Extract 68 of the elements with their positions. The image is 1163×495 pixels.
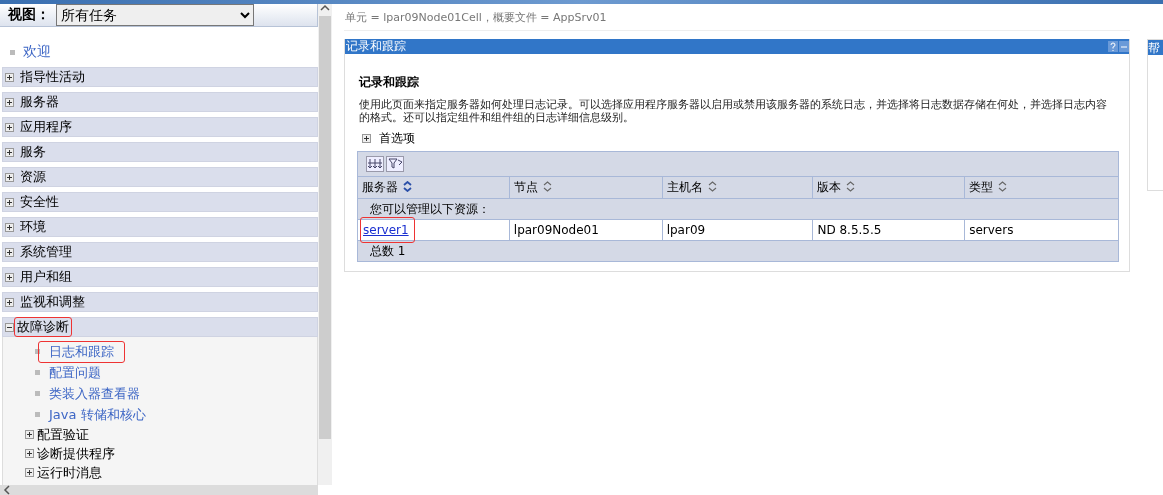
bullet-icon [35, 412, 40, 417]
nav-group[interactable]: 配置验证 [37, 425, 89, 444]
view-select[interactable]: 所有任务 [56, 4, 254, 26]
nav-group[interactable]: 诊断提供程序 [37, 444, 115, 463]
column-header[interactable]: 节点 [509, 176, 663, 199]
expand-icon[interactable] [25, 446, 34, 461]
description: 使用此页面来指定服务器如何处理日志记录。可以选择应用程序服务器以启用或禁用该服务器的系统日志，并选择将日志数据存储在何处，并选择日志内容的格式。还可以指定组件和组件组的日志详细信息级别。 [359, 98, 1108, 124]
nav-link[interactable]: Java 转储和核心 [38, 403, 157, 426]
table-cell: ND 8.5.5.5 [812, 219, 965, 241]
column-header[interactable]: 类型 [964, 176, 1119, 199]
total-count: 总数 1 [357, 240, 1119, 262]
category-label: 环境 [19, 218, 47, 236]
category-label: 安全性 [19, 193, 60, 211]
nav-category[interactable]: 系统管理 [2, 242, 318, 262]
bullet-icon [35, 370, 40, 375]
section-heading: 记录和跟踪 [359, 74, 420, 91]
nav-link[interactable]: 配置问题 [38, 361, 112, 384]
category-label: 资源 [19, 168, 47, 186]
help-panel-title: 帮 [1148, 40, 1163, 55]
sort-icon[interactable] [542, 180, 552, 195]
sort-icon[interactable] [403, 180, 412, 195]
expand-icon[interactable] [362, 131, 371, 146]
table-cell: lpar09 [662, 219, 813, 241]
scrollbar[interactable] [318, 4, 332, 485]
sort-icon[interactable] [707, 180, 717, 195]
category-label: 服务器 [19, 93, 60, 111]
nav-category[interactable]: 安全性 [2, 192, 318, 212]
bullet-icon [35, 391, 40, 396]
nav-category[interactable]: 用户和组 [2, 267, 318, 287]
nav-category[interactable]: 服务 [2, 142, 318, 162]
column-header[interactable]: 服务器 [357, 176, 510, 199]
nav-link[interactable]: 类装入器查看器 [38, 382, 151, 405]
nav-category[interactable]: 资源 [2, 167, 318, 187]
sort-icon[interactable] [846, 180, 856, 195]
nav-category[interactable]: 监视和调整 [2, 292, 318, 312]
bullet-icon [35, 349, 40, 354]
nav-category[interactable]: 指导性活动 [2, 67, 318, 87]
column-header[interactable]: 版本 [812, 176, 965, 199]
category-label: 系统管理 [19, 243, 73, 261]
horizontal-scrollbar[interactable] [0, 485, 318, 495]
category-label: 用户和组 [19, 268, 73, 286]
category-label: 应用程序 [19, 118, 73, 136]
column-header[interactable]: 主机名 [662, 176, 813, 199]
preferences-toggle[interactable]: 首选项 [379, 130, 415, 147]
server-link[interactable]: server1 [360, 217, 415, 243]
nav-category[interactable]: 服务器 [2, 92, 318, 112]
nav-category[interactable]: 应用程序 [2, 117, 318, 137]
sort-icon[interactable] [998, 180, 1008, 195]
nav-category[interactable]: 故障诊断 [2, 317, 318, 337]
view-label: 视图： [8, 6, 50, 24]
nav-group[interactable]: 运行时消息 [37, 463, 102, 482]
nav-category[interactable]: 环境 [2, 217, 318, 237]
category-label: 指导性活动 [19, 68, 86, 86]
category-label: 服务 [19, 143, 47, 161]
bullet-icon [10, 49, 15, 55]
breadcrumb: 单元 = lpar09Node01Cell，概要文件 = AppSrv01 [344, 4, 1130, 31]
nav-link[interactable]: 日志和跟踪 [38, 340, 125, 363]
table-message: 您可以管理以下资源： [357, 198, 1119, 220]
category-label: 监视和调整 [19, 293, 86, 311]
filter-icon[interactable] [386, 156, 404, 172]
expand-icon[interactable] [25, 465, 34, 480]
expand-icon[interactable] [25, 427, 34, 442]
table-cell: lpar09Node01 [509, 219, 663, 241]
panel-title: 记录和跟踪 [346, 38, 406, 55]
scroll-up-icon[interactable] [320, 4, 330, 12]
welcome-link[interactable]: 欢迎 [23, 43, 51, 61]
select-all-icon[interactable] [366, 156, 384, 172]
table-cell: servers [964, 219, 1119, 241]
